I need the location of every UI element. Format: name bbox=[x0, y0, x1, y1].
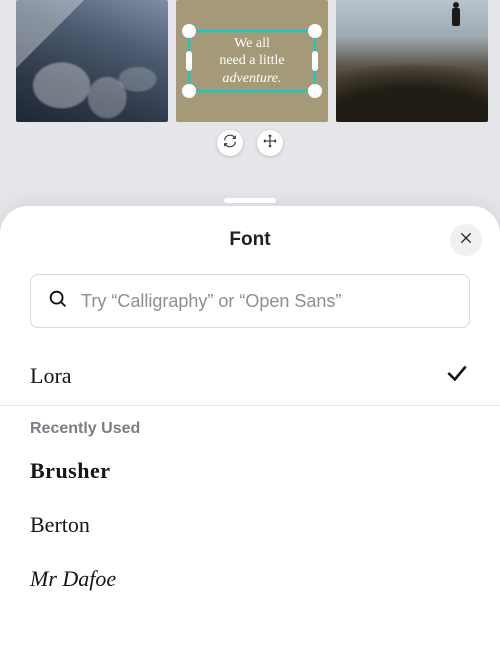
resize-handle-tr[interactable] bbox=[308, 24, 322, 38]
text-selection-box[interactable]: We all need a little adventure. bbox=[189, 31, 315, 91]
close-button[interactable] bbox=[450, 224, 482, 256]
search-field[interactable] bbox=[30, 274, 470, 328]
font-sheet: Font Lora Recently Used Br bbox=[0, 206, 500, 651]
sheet-grabber[interactable] bbox=[224, 198, 276, 203]
canvas-tile-left[interactable] bbox=[16, 0, 168, 122]
selection-edge-bottom bbox=[196, 90, 308, 92]
font-name-recent-2: Mr Dafoe bbox=[30, 566, 116, 592]
font-row-recent-0[interactable]: Brusher bbox=[0, 444, 500, 498]
recent-label: Recently Used bbox=[0, 406, 500, 444]
resize-handle-tl[interactable] bbox=[182, 24, 196, 38]
font-name-recent-0: Brusher bbox=[30, 458, 111, 484]
resize-handle-bl[interactable] bbox=[182, 84, 196, 98]
resize-handle-br[interactable] bbox=[308, 84, 322, 98]
sync-button[interactable] bbox=[217, 130, 243, 156]
font-row-recent-2[interactable]: Mr Dafoe bbox=[0, 552, 500, 606]
move-button[interactable] bbox=[257, 130, 283, 156]
check-icon bbox=[444, 360, 470, 391]
selection-edge-top bbox=[196, 30, 308, 32]
sheet-header: Font bbox=[0, 206, 500, 274]
font-name-recent-1: Berton bbox=[30, 512, 90, 538]
canvas-tile-center[interactable]: We all need a little adventure. bbox=[176, 0, 328, 122]
font-row-recent-1[interactable]: Berton bbox=[0, 498, 500, 552]
canvas-tile-right[interactable] bbox=[336, 0, 488, 122]
sheet-title: Font bbox=[229, 229, 270, 251]
sync-icon bbox=[222, 133, 238, 154]
resize-handle-left[interactable] bbox=[186, 51, 192, 71]
silhouette-person bbox=[452, 8, 460, 26]
resize-handle-right[interactable] bbox=[312, 51, 318, 71]
search-input[interactable] bbox=[81, 291, 453, 312]
canvas-row: We all need a little adventure. bbox=[0, 0, 500, 128]
font-row-selected[interactable]: Lora bbox=[0, 346, 500, 405]
app-viewport: We all need a little adventure. bbox=[0, 0, 500, 651]
selection-rectangle bbox=[189, 31, 315, 91]
font-name-selected: Lora bbox=[30, 363, 72, 389]
search-icon bbox=[47, 288, 69, 315]
canvas-mini-toolbar bbox=[0, 128, 500, 158]
close-icon bbox=[458, 230, 474, 251]
search-container bbox=[0, 274, 500, 346]
move-icon bbox=[262, 133, 278, 154]
